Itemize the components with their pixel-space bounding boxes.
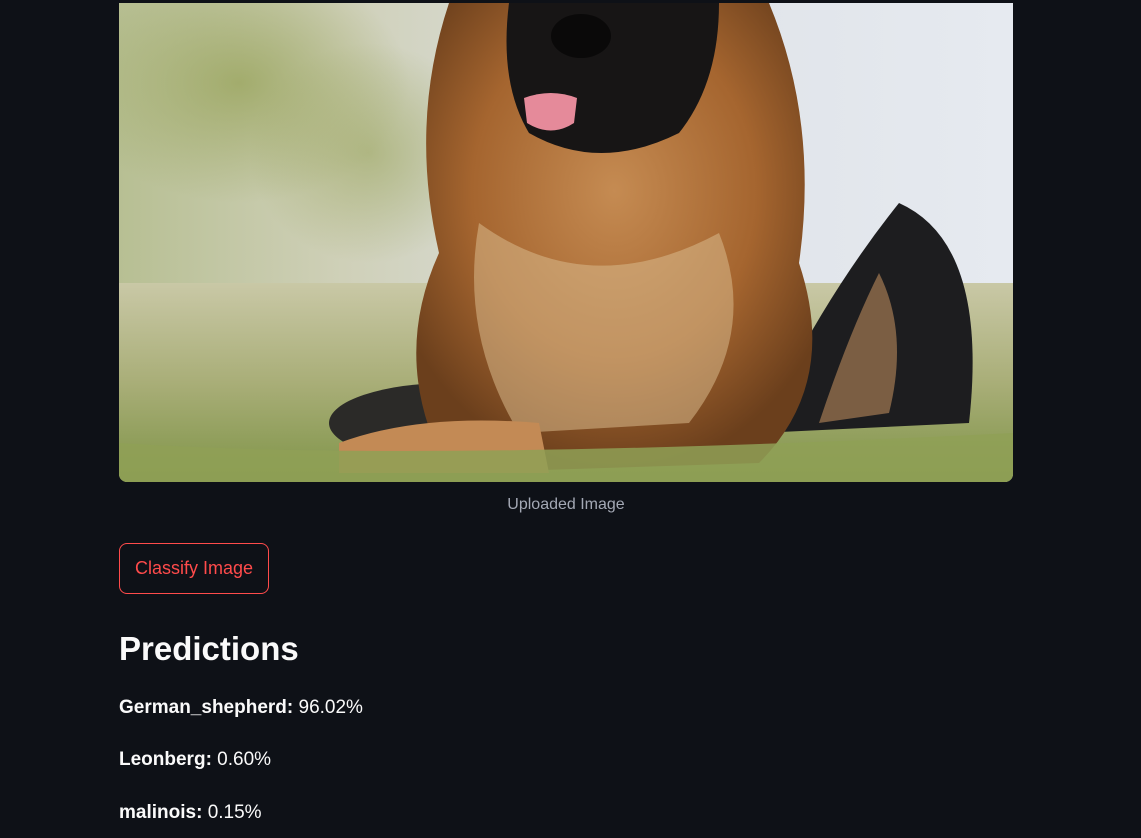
- prediction-item: malinois: 0.15%: [119, 802, 262, 824]
- predictions-title: Predictions: [119, 630, 299, 667]
- prediction-item: German_shepherd: 96.02%: [119, 697, 363, 719]
- prediction-separator: :: [286, 697, 294, 718]
- classify-image-button[interactable]: Classify Image: [119, 543, 270, 594]
- prediction-value: 96.02%: [298, 697, 363, 718]
- prediction-value: 0.15%: [207, 802, 262, 823]
- prediction-separator: :: [205, 749, 212, 770]
- app-main: Uploaded Image Classify Image Prediction…: [0, 0, 1141, 838]
- prediction-label: malinois: [119, 802, 197, 823]
- prediction-label: German_shepherd: [119, 697, 287, 718]
- prediction-value: 0.60%: [217, 749, 272, 770]
- prediction-separator: :: [196, 802, 203, 823]
- image-caption: Uploaded Image: [507, 496, 625, 513]
- prediction-label: Leonberg: [119, 749, 206, 770]
- prediction-item: Leonberg: 0.60%: [119, 749, 271, 771]
- dog-photo: [119, 3, 1013, 482]
- uploaded-image: [119, 3, 1013, 482]
